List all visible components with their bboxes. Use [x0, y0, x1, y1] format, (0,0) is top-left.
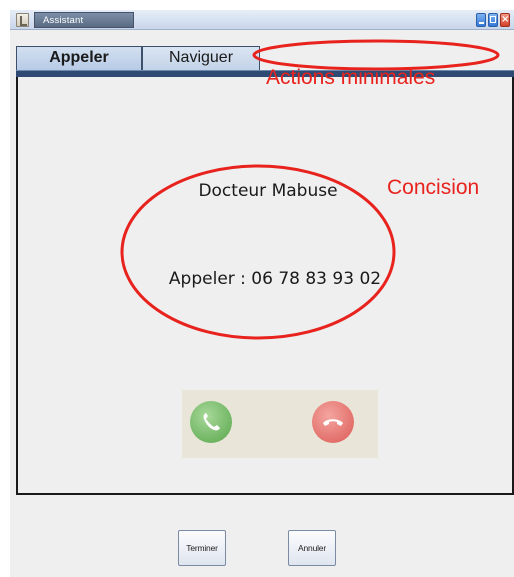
maximize-icon[interactable] [488, 13, 498, 27]
app-icon [16, 13, 29, 27]
title-bar[interactable]: Assistant × [10, 10, 514, 30]
tab-appeler[interactable]: Appeler [16, 46, 142, 70]
tab-strip [16, 70, 514, 77]
cancel-button[interactable]: Annuler [288, 530, 336, 566]
window-title: Assistant [43, 15, 84, 26]
title-panel: Assistant [34, 12, 134, 28]
tab-naviguer[interactable]: Naviguer [142, 46, 260, 70]
call-panel: Docteur Mabuse Appeler : 06 78 83 93 02 [16, 77, 514, 495]
annotation-actions-minimales: Actions minimales [266, 66, 436, 89]
phone-hangup-icon[interactable] [312, 401, 354, 443]
tab-bar: Appeler Naviguer [16, 32, 514, 78]
annotation-concision: Concision [387, 176, 480, 199]
contact-name: Docteur Mabuse [198, 181, 338, 201]
assistant-window: Assistant × Appeler Naviguer Docteur Mab… [10, 10, 514, 577]
end-button[interactable]: Terminer [178, 530, 226, 566]
close-icon[interactable]: × [500, 13, 510, 27]
minimize-icon[interactable] [476, 13, 486, 27]
call-number-text: Appeler : 06 78 83 93 02 [168, 269, 382, 289]
phone-accept-icon[interactable] [190, 401, 232, 443]
call-actions [182, 390, 378, 458]
